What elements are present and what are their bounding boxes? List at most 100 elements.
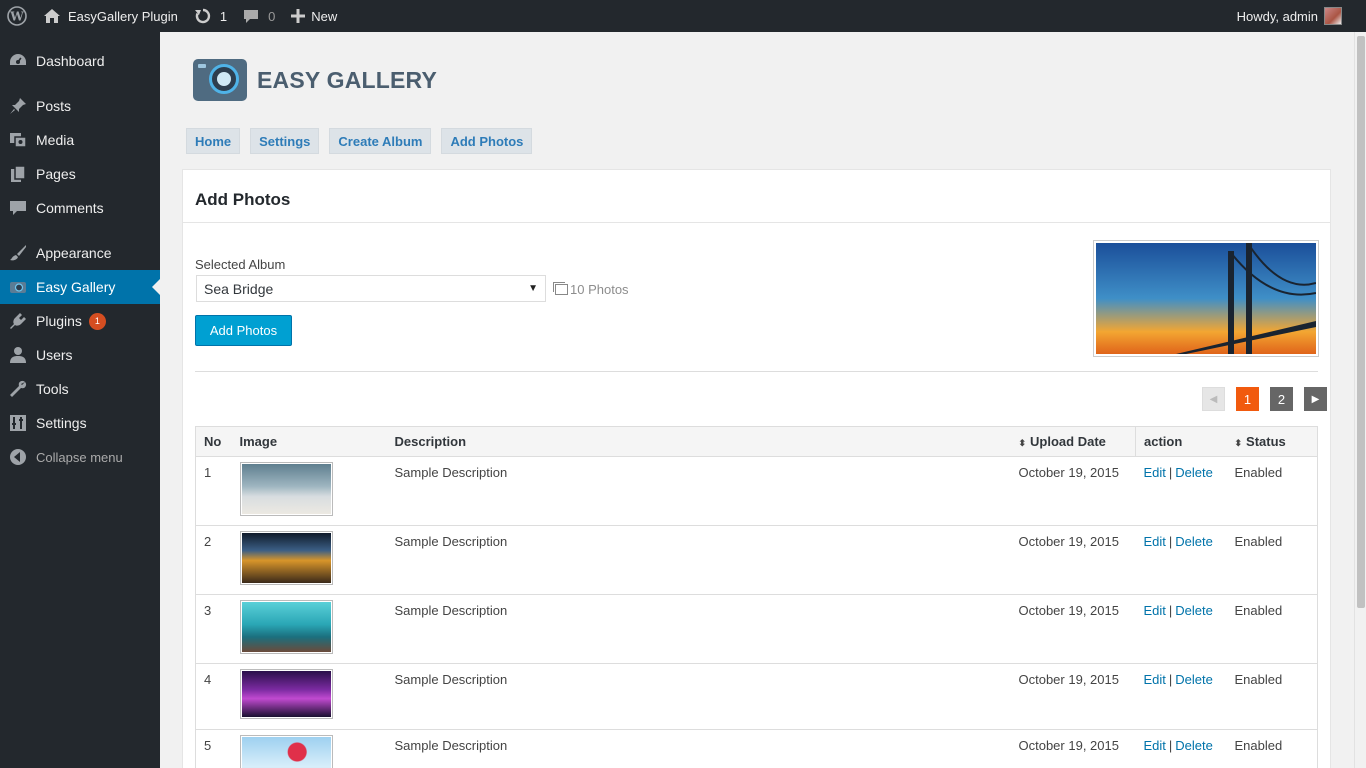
new-label: New [311,8,338,24]
sidebar-item-pages[interactable]: Pages [0,157,160,191]
sidebar-item-users[interactable]: Users [0,338,160,372]
row-actions: Edit | Delete [1135,525,1227,595]
nav-settings-button[interactable]: Settings [250,128,320,154]
sort-icon: ⬍ [1234,438,1243,448]
row-number: 5 [195,729,232,768]
edit-link[interactable]: Edit [1144,672,1166,687]
add-photos-button[interactable]: Add Photos [195,315,292,346]
collapse-menu-label: Collapse menu [36,449,123,465]
sidebar-item-plugins[interactable]: Plugins 1 [0,304,160,338]
nav-add-photos-button[interactable]: Add Photos [441,128,533,154]
settings-icon [0,414,36,432]
row-upload-date: October 19, 2015 [1010,525,1136,595]
col-upload-date[interactable]: ⬍ Upload Date [1010,426,1136,457]
row-status[interactable]: Enabled [1226,729,1318,768]
sidebar-item-easy-gallery[interactable]: Easy Gallery [0,270,160,304]
photo-count: 10 Photos [553,282,629,297]
nav-create-album-button[interactable]: Create Album [329,128,432,154]
avatar [1324,7,1342,25]
photos-table: No Image Description ⬍ Upload Date action… [195,426,1318,768]
col-description: Description [386,426,1011,457]
comment-bubble-icon [243,8,259,24]
table-row: 2 Sample Description October 19, 2015 Ed… [195,525,1318,595]
collapse-menu-button[interactable]: Collapse menu [0,440,160,474]
svg-text:W: W [9,10,24,24]
col-no: No [195,426,232,457]
sidebar-item-label: Appearance [36,245,112,261]
col-status[interactable]: ⬍ Status [1226,426,1318,457]
table-row: 3 Sample Description October 19, 2015 Ed… [195,594,1318,664]
row-number: 2 [195,525,232,595]
plus-icon [291,9,306,23]
row-upload-date: October 19, 2015 [1010,729,1136,768]
sidebar-item-label: Easy Gallery [36,279,116,295]
plugins-update-badge: 1 [88,312,106,330]
sidebar-item-dashboard[interactable]: Dashboard [0,44,160,78]
delete-link[interactable]: Delete [1175,534,1213,549]
row-upload-date: October 19, 2015 [1010,456,1136,526]
wordpress-logo-icon[interactable]: W [0,0,35,32]
sidebar-item-tools[interactable]: Tools [0,372,160,406]
new-content-link[interactable]: New [283,0,345,32]
row-image[interactable] [231,456,387,526]
row-number: 4 [195,663,232,730]
delete-link[interactable]: Delete [1175,603,1213,618]
row-status[interactable]: Enabled [1226,594,1318,664]
row-status[interactable]: Enabled [1226,663,1318,730]
plugin-header: EASY GALLERY [193,59,437,101]
sidebar-item-media[interactable]: Media [0,123,160,157]
edit-link[interactable]: Edit [1144,534,1166,549]
album-select[interactable]: Sea Bridge ▼ [196,275,546,302]
plugin-icon [0,312,36,330]
pagination-page-1[interactable]: 1 [1236,387,1259,411]
row-actions: Edit | Delete [1135,594,1227,664]
delete-link[interactable]: Delete [1175,672,1213,687]
sidebar-item-label: Plugins [36,313,82,329]
sort-icon: ⬍ [1018,438,1027,448]
home-icon [43,8,61,24]
comments-count: 0 [268,8,276,24]
pagination-prev-button[interactable]: ◀ [1202,387,1225,411]
sidebar-item-settings[interactable]: Settings [0,406,160,440]
updates-link[interactable]: 1 [186,0,235,32]
nav-home-button[interactable]: Home [186,128,241,154]
gallery-icon [553,282,568,295]
col-action: action [1135,426,1227,457]
row-number: 3 [195,594,232,664]
row-description: Sample Description [386,456,1011,526]
row-status[interactable]: Enabled [1226,525,1318,595]
col-image: Image [231,426,387,457]
site-name: EasyGallery Plugin [68,8,178,24]
scrollbar-thumb[interactable] [1357,36,1365,608]
my-account-link[interactable]: Howdy, admin [1229,0,1366,32]
pagination-next-button[interactable]: ▶ [1304,387,1327,411]
site-name-link[interactable]: EasyGallery Plugin [35,0,186,32]
delete-link[interactable]: Delete [1175,738,1213,753]
album-cover-image [1093,240,1319,357]
delete-link[interactable]: Delete [1175,465,1213,480]
row-image[interactable] [231,525,387,595]
pagination-page-2[interactable]: 2 [1270,387,1293,411]
collapse-arrow-icon [0,448,36,466]
sidebar-item-label: Media [36,132,75,148]
sidebar-item-label: Users [36,347,73,363]
row-status[interactable]: Enabled [1226,456,1318,526]
table-row: 5 Sample Description October 19, 2015 Ed… [195,729,1318,768]
sidebar-item-appearance[interactable]: Appearance [0,236,160,270]
row-image[interactable] [231,663,387,730]
table-row: 4 Sample Description October 19, 2015 Ed… [195,663,1318,730]
edit-link[interactable]: Edit [1144,465,1166,480]
row-image[interactable] [231,729,387,768]
row-description: Sample Description [386,663,1011,730]
pin-icon [0,97,36,115]
photo-count-text: 10 Photos [570,282,629,297]
page-scrollbar[interactable] [1354,32,1366,768]
edit-link[interactable]: Edit [1144,603,1166,618]
row-image[interactable] [231,594,387,664]
sidebar-item-comments[interactable]: Comments [0,191,160,225]
row-actions: Edit | Delete [1135,663,1227,730]
wrench-icon [0,380,36,398]
sidebar-item-posts[interactable]: Posts [0,89,160,123]
comments-link[interactable]: 0 [235,0,283,32]
edit-link[interactable]: Edit [1144,738,1166,753]
